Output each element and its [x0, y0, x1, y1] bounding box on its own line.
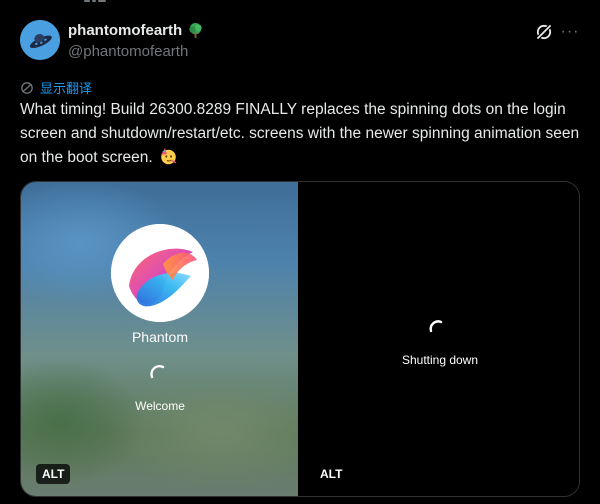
media-image-login[interactable]: Phantom Welcome ALT — [21, 182, 298, 496]
tweet-body: What timing! Build 26300.8289 FINALLY re… — [20, 101, 580, 166]
tweet-page: phantomofearth @phantomofearth ··· 显示翻译 … — [0, 0, 600, 504]
grok-button[interactable] — [534, 22, 554, 42]
more-button[interactable]: ··· — [560, 22, 580, 42]
login-status-text: Welcome — [135, 399, 185, 413]
media-grid: Phantom Welcome ALT Shutting down ALT — [20, 181, 580, 497]
translate-icon — [21, 81, 33, 94]
clipped-previous-content — [0, 0, 600, 8]
author-display-name[interactable]: phantomofearth — [68, 22, 204, 39]
grok-icon — [536, 24, 552, 40]
more-icon: ··· — [560, 23, 580, 40]
tree-icon — [189, 22, 202, 39]
ufo-avatar-icon — [20, 20, 60, 60]
alt-text-badge[interactable]: ALT — [314, 464, 349, 484]
media-image-shutdown[interactable]: Shutting down ALT — [298, 182, 579, 496]
author-name-text: phantomofearth — [68, 22, 183, 39]
shutdown-status-text: Shutting down — [401, 353, 479, 367]
show-translation-link[interactable]: 显示翻译 — [20, 78, 92, 97]
tweet-text: What timing! Build 26300.8289 FINALLY re… — [20, 98, 585, 170]
partying-face-emoji — [161, 148, 177, 165]
show-translation-label: 显示翻译 — [40, 81, 93, 96]
loading-spinner-icon — [429, 320, 443, 333]
alt-text-badge[interactable]: ALT — [36, 464, 71, 484]
windows-swirl-icon — [111, 224, 209, 322]
user-avatar-icon — [111, 224, 209, 322]
author-avatar[interactable] — [20, 20, 60, 60]
author-handle[interactable]: @phantomofearth — [68, 43, 188, 60]
login-user-name: Phantom — [131, 329, 189, 345]
loading-spinner-icon — [150, 365, 165, 379]
